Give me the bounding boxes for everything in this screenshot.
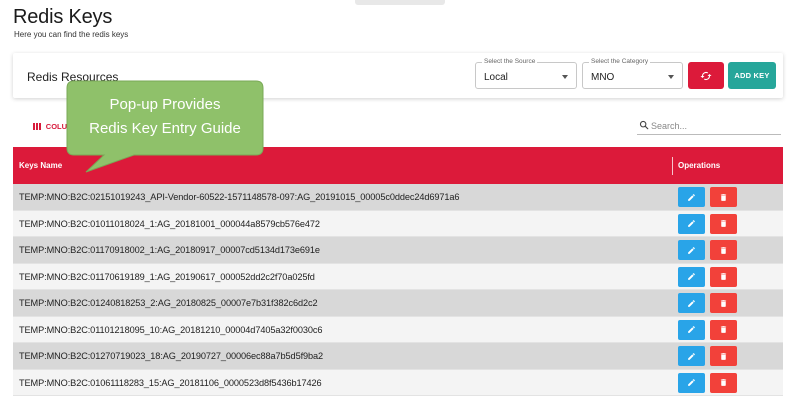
chevron-down-icon: [562, 75, 568, 79]
columns-button-label: COLU: [45, 122, 68, 131]
key-name-cell: TEMP:MNO:B2C:01170918002_1:AG_20180917_0…: [19, 245, 320, 255]
key-name-cell: TEMP:MNO:B2C:01011018024_1:AG_20181001_0…: [19, 218, 320, 229]
table-row: TEMP:MNO:B2C:01170918002_1:AG_20180917_0…: [13, 237, 783, 264]
edit-button[interactable]: [678, 372, 705, 393]
table-row: TEMP:MNO:B2C:01011018024_1:AG_20181001_0…: [13, 210, 783, 237]
search-field: [637, 117, 781, 135]
source-select[interactable]: Select the Source Local: [475, 57, 577, 89]
edit-button[interactable]: [678, 187, 705, 207]
trash-icon: [720, 220, 727, 227]
table-row: TEMP:MNO:B2C:01240818253_2:AG_20180825_0…: [13, 290, 783, 317]
source-select-value: Local: [484, 72, 508, 83]
trash-icon: [720, 273, 727, 280]
edit-button[interactable]: [678, 266, 705, 287]
delete-button[interactable]: [710, 372, 737, 393]
table-header: Keys Name Operations: [13, 147, 783, 184]
table-row: TEMP:MNO:B2C:01270719023_18:AG_20190727_…: [13, 343, 783, 370]
delete-button[interactable]: [710, 319, 737, 340]
category-select[interactable]: Select the Category MNO: [582, 57, 683, 89]
edit-button[interactable]: [678, 319, 705, 340]
key-name-cell: TEMP:MNO:B2C:01061118283_15:AG_20181106_…: [19, 377, 322, 388]
edit-button[interactable]: [678, 346, 705, 366]
add-key-button[interactable]: ADD KEY: [728, 62, 776, 89]
pencil-icon: [688, 246, 695, 254]
key-name-cell: TEMP:MNO:B2C:01170619189_1:AG_20190617_0…: [19, 271, 315, 282]
callout-line-1: Pop-up Provides: [109, 96, 221, 113]
edit-button[interactable]: [678, 213, 705, 234]
key-name-cell: TEMP:MNO:B2C:01270719023_18:AG_20190727_…: [19, 351, 324, 361]
page-subtitle: Here you can find the redis keys: [14, 30, 129, 39]
table-row: TEMP:MNO:B2C:02151019243_API-Vendor-6052…: [13, 184, 783, 211]
chevron-down-icon: [668, 75, 674, 79]
refresh-button[interactable]: [688, 62, 724, 89]
callout-text: Pop-up Provides Redis Key Entry Guide: [68, 93, 262, 141]
pencil-icon: [688, 379, 695, 386]
trash-icon: [720, 326, 727, 333]
delete-button[interactable]: [710, 293, 737, 313]
table-row: TEMP:MNO:B2C:01170619189_1:AG_20190617_0…: [13, 263, 783, 290]
category-select-value: MNO: [591, 72, 615, 83]
header-divider: [672, 157, 673, 175]
pencil-icon: [688, 193, 695, 201]
trash-icon: [720, 193, 727, 201]
refresh-icon: [700, 71, 712, 80]
operations-header: Operations: [678, 161, 721, 170]
pencil-icon: [688, 220, 695, 227]
category-select-legend: Select the Category: [589, 57, 651, 67]
delete-button[interactable]: [710, 346, 737, 366]
trash-icon: [720, 352, 727, 360]
table-row: TEMP:MNO:B2C:01101218095_10:AG_20181210_…: [13, 316, 783, 343]
page-title: Redis Keys: [13, 6, 113, 28]
resources-card: Redis Resources Select the Source Local …: [13, 53, 783, 98]
source-select-legend: Select the Source: [482, 57, 538, 67]
delete-button[interactable]: [710, 213, 737, 234]
trash-icon: [720, 246, 727, 254]
key-name-cell: TEMP:MNO:B2C:01240818253_2:AG_20180825_0…: [19, 298, 318, 308]
resources-title: Redis Resources: [27, 70, 119, 84]
search-icon: [639, 120, 649, 130]
pencil-icon: [688, 352, 695, 360]
columns-icon: [33, 123, 41, 130]
delete-button[interactable]: [710, 266, 737, 287]
keys-name-header[interactable]: Keys Name: [19, 161, 62, 170]
search-input[interactable]: [651, 118, 777, 133]
delete-button[interactable]: [710, 187, 737, 207]
trash-icon: [720, 299, 727, 307]
pencil-icon: [688, 326, 695, 333]
edit-button[interactable]: [678, 240, 705, 260]
table-row: TEMP:MNO:B2C:01061118283_15:AG_20181106_…: [13, 369, 783, 396]
trash-icon: [720, 379, 727, 386]
columns-button[interactable]: COLU: [33, 122, 67, 131]
delete-button[interactable]: [710, 240, 737, 260]
key-name-cell: TEMP:MNO:B2C:01101218095_10:AG_20181210_…: [19, 324, 323, 335]
top-edge-strip: [355, 0, 445, 5]
key-name-cell: TEMP:MNO:B2C:02151019243_API-Vendor-6052…: [19, 192, 460, 202]
callout-line-2: Redis Key Entry Guide: [89, 120, 241, 137]
edit-button[interactable]: [678, 293, 705, 313]
pencil-icon: [688, 273, 695, 280]
table-body: TEMP:MNO:B2C:02151019243_API-Vendor-6052…: [13, 184, 783, 396]
pencil-icon: [688, 299, 695, 307]
redis-keys-table: Keys Name Operations TEMP:MNO:B2C:021510…: [13, 147, 783, 396]
